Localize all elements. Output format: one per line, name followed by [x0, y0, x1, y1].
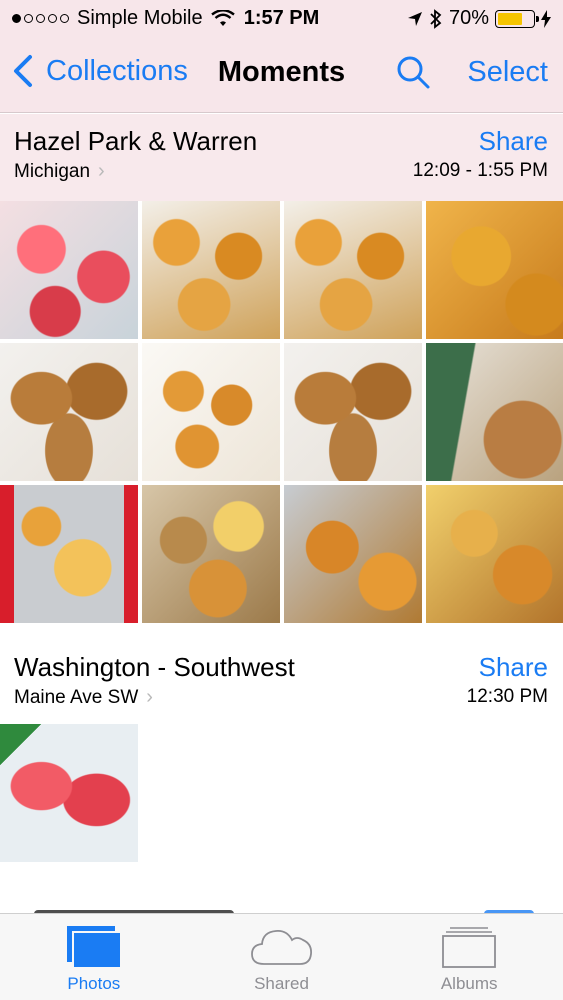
- photo-thumbnail[interactable]: [142, 485, 280, 623]
- select-button[interactable]: Select: [467, 56, 548, 89]
- photo-thumbnail[interactable]: [284, 485, 422, 623]
- cloud-icon: [250, 930, 312, 965]
- moment-time-range: 12:09 - 1:55 PM: [412, 160, 548, 181]
- moment-time-range: 12:30 PM: [466, 686, 548, 707]
- moment-location: Michigan: [14, 160, 91, 182]
- photo-thumbnail[interactable]: [284, 343, 422, 481]
- photo-thumbnail[interactable]: [0, 201, 138, 339]
- photo-grid: [0, 724, 138, 862]
- albums-icon: [442, 927, 497, 968]
- moment-title: Hazel Park & Warren: [14, 126, 258, 156]
- photo-thumbnail[interactable]: [142, 343, 280, 481]
- search-button[interactable]: [395, 54, 431, 95]
- photo-grid: [0, 201, 563, 623]
- tab-albums[interactable]: Albums: [375, 914, 563, 1000]
- status-bar: Simple Mobile 1:57 PM 70%: [0, 0, 563, 38]
- tab-bar: Photos Shared Albums: [0, 913, 563, 1000]
- tab-label: Photos: [67, 974, 121, 993]
- photo-thumbnail[interactable]: [0, 485, 138, 623]
- photo-thumbnail[interactable]: [426, 485, 563, 623]
- location-arrow-icon: [407, 11, 422, 26]
- photo-thumbnail[interactable]: [0, 724, 138, 862]
- tab-label: Shared: [254, 974, 309, 993]
- photo-thumbnail[interactable]: [0, 343, 138, 481]
- battery-icon: [495, 9, 539, 28]
- tab-photos[interactable]: Photos: [0, 914, 188, 1000]
- page-title-text: Moments: [217, 56, 346, 88]
- moment-title: Washington - Southwest: [14, 652, 295, 682]
- chevron-right-icon: ›: [146, 686, 153, 708]
- battery-percent: 70%: [448, 7, 489, 29]
- tab-label: Albums: [440, 974, 498, 993]
- photos-icon: [66, 926, 121, 968]
- moment-location-link[interactable]: Michigan ›: [14, 160, 105, 183]
- share-button[interactable]: Share: [479, 652, 548, 683]
- charging-bolt-icon: [541, 9, 551, 28]
- battery-fill: [498, 12, 522, 25]
- search-icon: [397, 56, 430, 89]
- status-right: 70%: [407, 7, 551, 30]
- bluetooth-icon: [430, 8, 442, 29]
- moment-location-link[interactable]: Maine Ave SW ›: [14, 686, 153, 709]
- moment-location: Maine Ave SW: [14, 686, 139, 708]
- tab-shared[interactable]: Shared: [188, 914, 376, 1000]
- photo-thumbnail[interactable]: [426, 201, 563, 339]
- moment-header: Washington - Southwest Maine Ave SW › Sh…: [0, 640, 563, 722]
- photo-thumbnail[interactable]: [284, 201, 422, 339]
- share-button[interactable]: Share: [479, 126, 548, 157]
- moment-header: Hazel Park & Warren Michigan › Share 12:…: [0, 114, 563, 201]
- photo-thumbnail[interactable]: [142, 201, 280, 339]
- navigation-bar: Collections Moments Select: [0, 38, 563, 113]
- photo-thumbnail[interactable]: [426, 343, 563, 481]
- chevron-right-icon: ›: [98, 160, 105, 182]
